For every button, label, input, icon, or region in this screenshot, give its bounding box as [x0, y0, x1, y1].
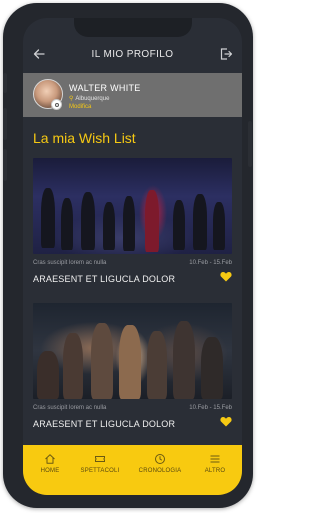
tab-home[interactable]: HOME	[23, 453, 77, 474]
wishlist-card[interactable]: Cras suscipit lorem ac nulla 10.Feb - 15…	[33, 158, 232, 284]
camera-icon[interactable]	[51, 99, 62, 110]
show-title: ARAESENT ET LIGUCLA DOLOR	[33, 419, 176, 429]
notch	[73, 18, 192, 37]
location-pin-icon: ⚲	[69, 96, 74, 102]
show-dates: 10.Feb - 15.Feb	[189, 405, 232, 411]
clock-icon	[155, 454, 165, 464]
bottom-tab-bar: HOME SPETTACOLI CRONOLOGIA ALTRO	[23, 445, 242, 495]
profile-name: WALTER WHITE	[69, 83, 141, 93]
page-title: IL MIO PROFILO	[91, 49, 174, 60]
tab-altro-label: ALTRO	[204, 468, 226, 474]
mute-switch	[3, 73, 7, 93]
edit-profile-link[interactable]: Modifica	[69, 104, 91, 110]
wishlist-title: La mia Wish List	[33, 130, 136, 146]
ticket-icon	[95, 456, 105, 462]
phone-frame: IL MIO PROFILO WALTER WHITE ⚲ Albuquerque…	[3, 3, 253, 508]
show-subtitle: Cras suscipit lorem ac nulla	[33, 260, 107, 266]
show-title: ARAESENT ET LIGUCLA DOLOR	[33, 274, 176, 284]
tab-spettacoli[interactable]: SPETTACOLI	[73, 453, 127, 474]
logout-icon[interactable]	[219, 47, 233, 61]
volume-down-button	[3, 149, 7, 181]
profile-location: ⚲ Albuquerque	[69, 95, 109, 102]
app-screen: IL MIO PROFILO WALTER WHITE ⚲ Albuquerque…	[23, 18, 242, 495]
show-image[interactable]	[33, 158, 232, 254]
top-bar: IL MIO PROFILO	[23, 40, 242, 70]
tab-home-label: HOME	[40, 468, 60, 474]
wishlist-card[interactable]: Cras suscipit lorem ac nulla 10.Feb - 15…	[33, 303, 232, 429]
tab-spettacoli-label: SPETTACOLI	[80, 468, 120, 474]
profile-location-text: Albuquerque	[75, 96, 110, 102]
home-icon	[45, 454, 55, 464]
tab-cronologia[interactable]: CRONOLOGIA	[133, 453, 187, 474]
show-image[interactable]	[33, 303, 232, 399]
tab-cronologia-label: CRONOLOGIA	[138, 468, 182, 474]
power-button	[248, 121, 252, 167]
show-dates: 10.Feb - 15.Feb	[189, 260, 232, 266]
volume-up-button	[3, 108, 7, 140]
heart-icon[interactable]	[220, 416, 232, 427]
show-subtitle: Cras suscipit lorem ac nulla	[33, 405, 107, 411]
heart-icon[interactable]	[220, 271, 232, 282]
menu-icon	[210, 455, 220, 463]
tab-altro[interactable]: ALTRO	[188, 453, 242, 474]
profile-header: WALTER WHITE ⚲ Albuquerque Modifica	[23, 73, 242, 117]
